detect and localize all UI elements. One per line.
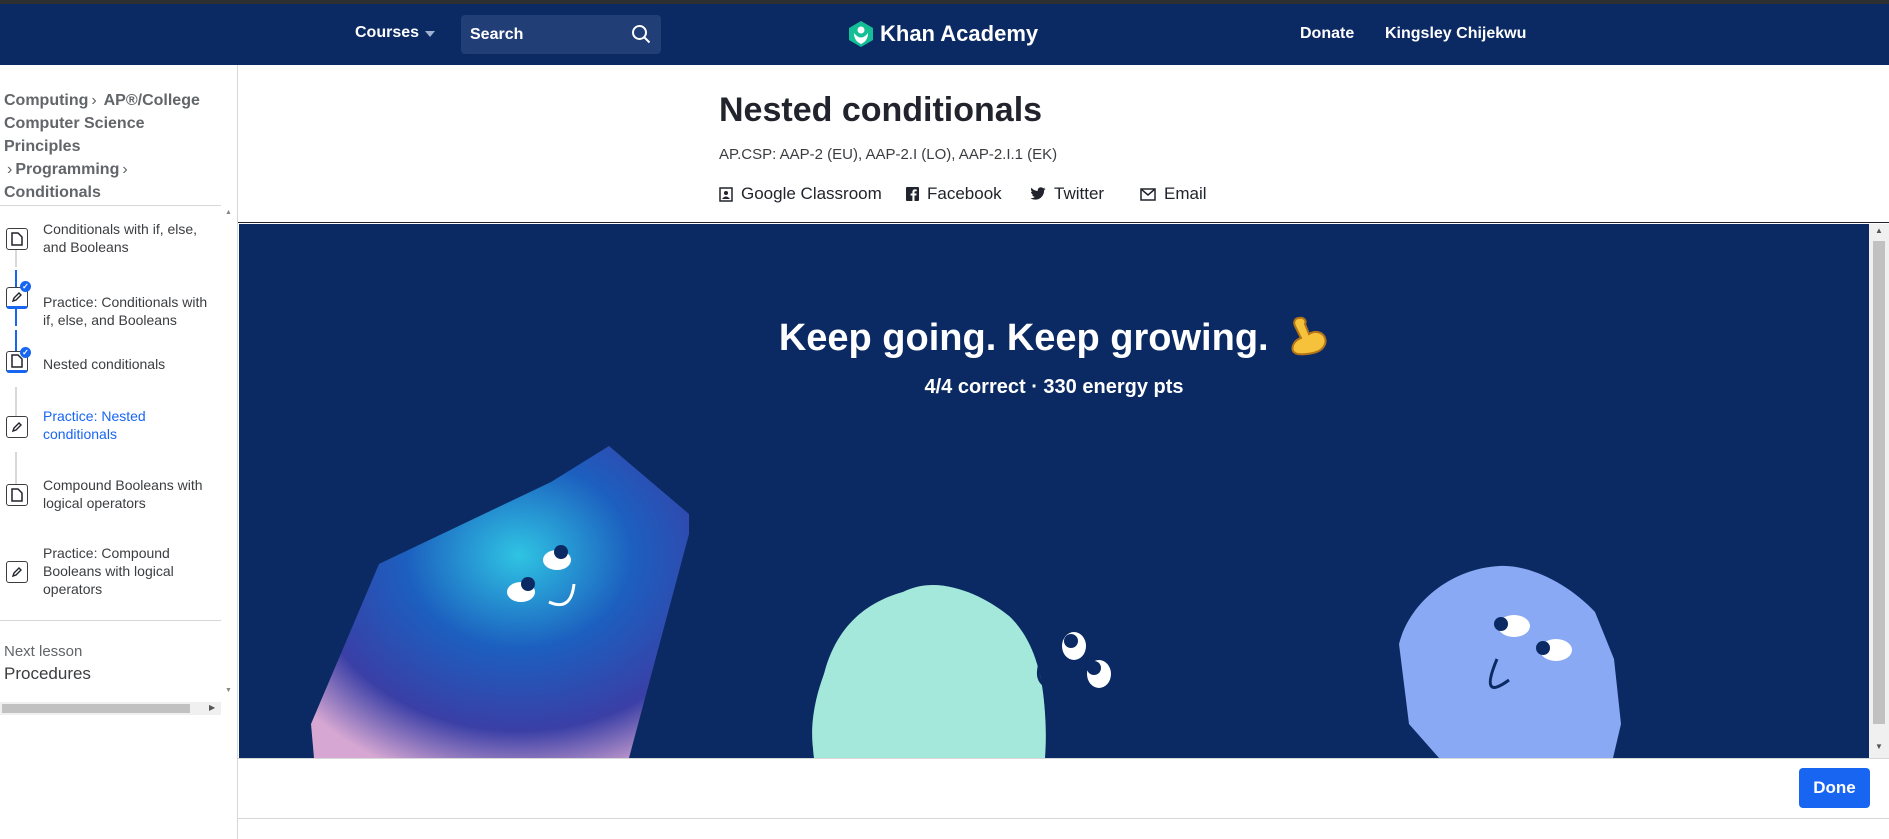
- sidebar-item-compound-booleans[interactable]: Compound Booleans with logical operators: [0, 462, 221, 530]
- chevron-right-icon: ›: [7, 161, 13, 178]
- search-input[interactable]: [461, 15, 621, 54]
- standards-tags: AP.CSP: AAP-2 (EU), AAP-2.I (LO), AAP-2.…: [719, 146, 1058, 163]
- khan-academy-logo[interactable]: Khan Academy: [848, 20, 1038, 48]
- share-label: Twitter: [1054, 184, 1105, 203]
- panel-scrollbar[interactable]: ▲ ▼: [1869, 224, 1889, 758]
- next-lesson-label: Next lesson: [4, 643, 83, 660]
- email-icon: [1140, 187, 1156, 201]
- chevron-right-icon: ›: [91, 92, 97, 109]
- donate-link[interactable]: Donate: [1300, 25, 1354, 43]
- divider: [0, 620, 221, 621]
- search-box[interactable]: [461, 15, 661, 54]
- article-icon: [6, 484, 28, 506]
- scrollbar-thumb[interactable]: [1873, 241, 1885, 724]
- share-twitter[interactable]: Twitter: [1030, 184, 1104, 204]
- lesson-items: Conditionals with if, else, and Booleans…: [0, 206, 221, 620]
- khan-logo-icon: [849, 21, 873, 47]
- breadcrumb-computing[interactable]: Computing: [4, 92, 88, 109]
- courses-menu[interactable]: Courses: [355, 24, 436, 42]
- facebook-icon: [906, 187, 919, 201]
- sidebar-item-label: Nested conditionals: [43, 356, 166, 372]
- header-divider: [238, 222, 1889, 223]
- share-google-classroom[interactable]: Google Classroom: [719, 184, 882, 204]
- done-button[interactable]: Done: [1799, 768, 1870, 808]
- sidebar-item-conditionals-article[interactable]: Conditionals with if, else, and Booleans: [0, 206, 221, 266]
- check-icon: ✓: [20, 281, 31, 292]
- sidebar-item-practice-conditionals[interactable]: ✓ Practice: Conditionals with if, else, …: [0, 266, 221, 334]
- check-icon: ✓: [20, 347, 31, 358]
- lesson-sidebar: Computing › AP®︎/College Computer Science…: [0, 65, 238, 839]
- cosmic-creature: [311, 446, 689, 758]
- scroll-down-arrow[interactable]: ▼: [1875, 742, 1883, 751]
- sidebar-item-label: Conditionals with if, else, and Booleans: [43, 221, 198, 255]
- sidebar-item-label: Practice: Compound Booleans with logical…: [43, 545, 174, 597]
- share-label: Google Classroom: [741, 184, 882, 203]
- exercise-icon: [6, 416, 28, 438]
- share-email[interactable]: Email: [1140, 184, 1207, 204]
- scrollbar-thumb[interactable]: [2, 704, 190, 713]
- exercise-icon: [6, 561, 28, 583]
- caret-down-icon: [425, 31, 436, 37]
- sidebar-item-label: Compound Booleans with logical operators: [43, 477, 203, 511]
- scroll-down-arrow[interactable]: ▼: [225, 687, 232, 694]
- sidebar-item-practice-nested[interactable]: Practice: Nested conditionals: [0, 394, 221, 462]
- breadcrumb-conditionals[interactable]: Conditionals: [4, 184, 101, 201]
- logo-text: Khan Academy: [880, 21, 1039, 46]
- chevron-right-icon: ›: [122, 161, 128, 178]
- search-icon[interactable]: [631, 24, 651, 44]
- divider: [238, 818, 1889, 819]
- twitter-icon: [1030, 187, 1046, 200]
- page-title: Nested conditionals: [719, 91, 1043, 129]
- sidebar-item-nested-conditionals[interactable]: ✓ Nested conditionals: [0, 334, 221, 394]
- top-navbar: Courses Khan Academy Donate Kingsley Chi…: [0, 4, 1889, 65]
- sidebar-item-label: Practice: Conditionals with if, else, an…: [43, 294, 208, 328]
- breadcrumb: Computing › AP®︎/College Computer Science…: [4, 89, 224, 204]
- periwinkle-creature: [1399, 565, 1621, 758]
- scroll-up-arrow[interactable]: ▲: [225, 209, 232, 216]
- teal-creature: [812, 585, 1111, 758]
- breadcrumb-programming[interactable]: Programming: [15, 161, 119, 178]
- share-label: Email: [1164, 184, 1207, 203]
- user-menu[interactable]: Kingsley Chijekwu: [1385, 25, 1526, 43]
- courses-label: Courses: [355, 24, 420, 41]
- scroll-right-arrow[interactable]: ▶: [209, 703, 215, 712]
- celebration-illustration: [311, 446, 1621, 758]
- share-facebook[interactable]: Facebook: [906, 184, 1002, 204]
- classroom-icon: [719, 186, 733, 202]
- sidebar-item-label: Practice: Nested conditionals: [43, 408, 146, 442]
- horizontal-scrollbar[interactable]: ▶: [0, 702, 221, 715]
- scroll-up-arrow[interactable]: ▲: [1875, 226, 1883, 235]
- exercise-footer: [238, 758, 1889, 818]
- exercise-result-panel: Keep going. Keep growing. 4/4 correct · …: [239, 224, 1869, 758]
- article-icon: [6, 228, 28, 250]
- share-label: Facebook: [927, 184, 1002, 203]
- sidebar-item-practice-compound[interactable]: Practice: Compound Booleans with logical…: [0, 530, 221, 620]
- next-lesson-link[interactable]: Procedures: [4, 664, 91, 684]
